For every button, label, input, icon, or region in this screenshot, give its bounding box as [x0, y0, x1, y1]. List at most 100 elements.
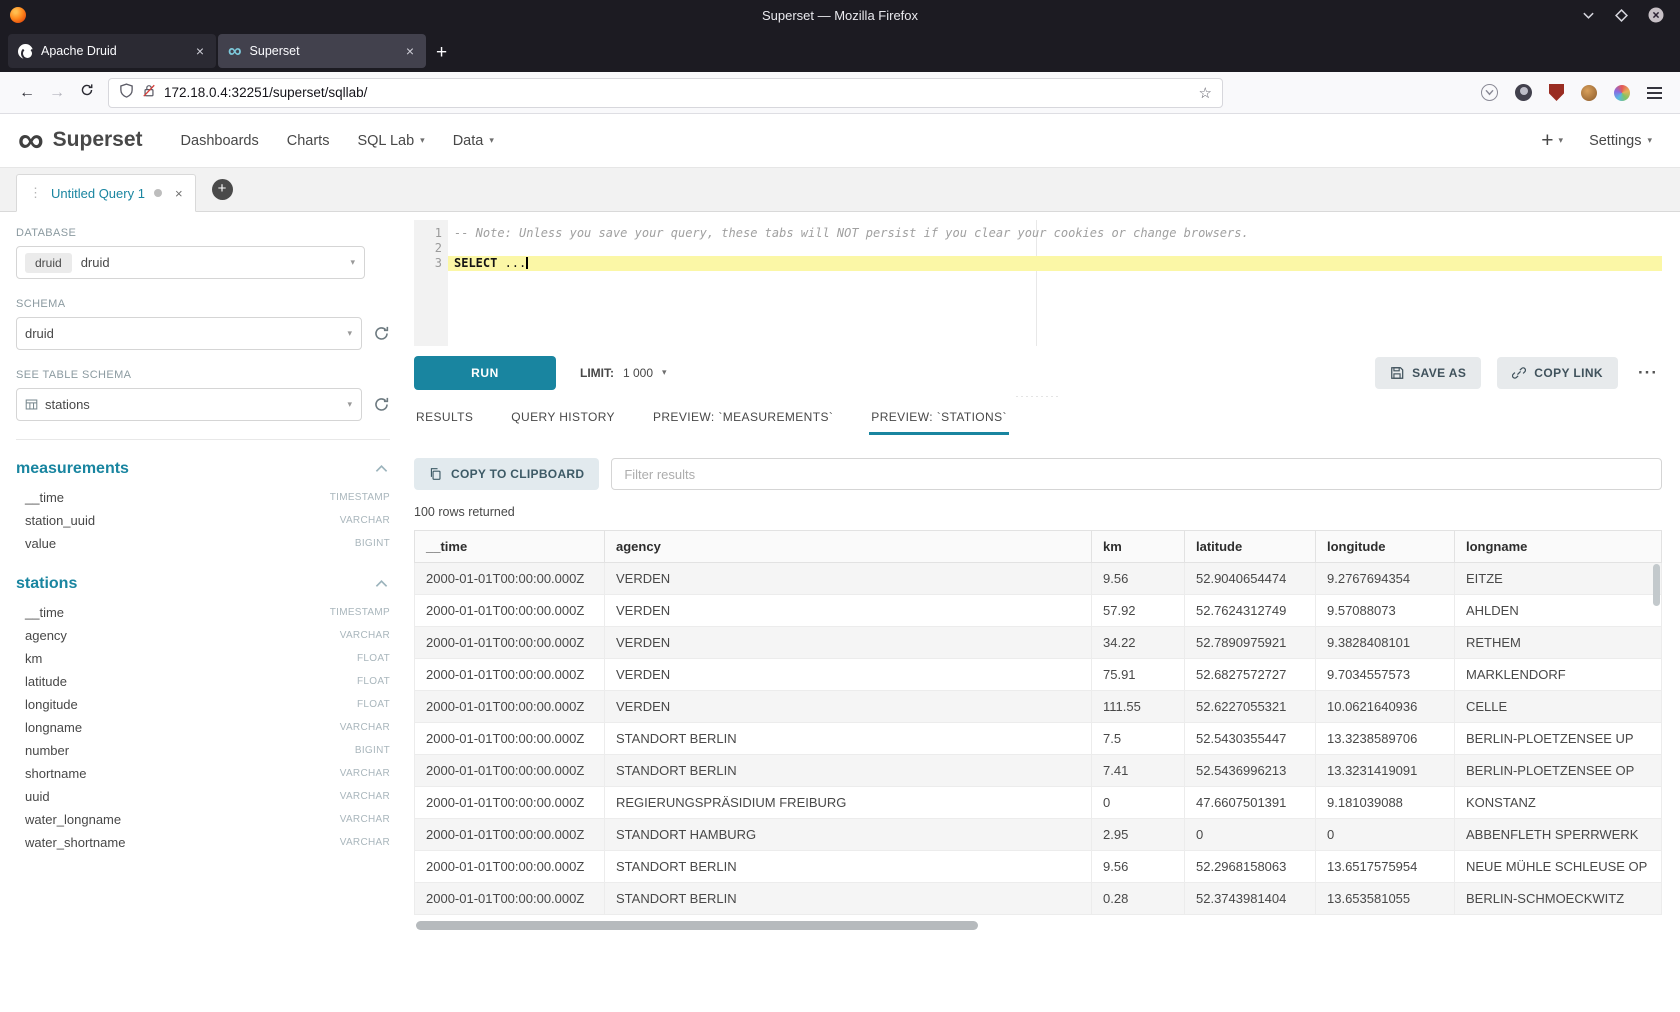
column-row: latitudeFLOAT [16, 670, 390, 693]
column-row: station_uuidVARCHAR [16, 509, 390, 532]
cell: VERDEN [605, 691, 1092, 723]
table-name[interactable]: measurements [16, 460, 129, 478]
account-icon[interactable] [1515, 84, 1532, 101]
tab-preview-stations[interactable]: PREVIEW: `STATIONS` [869, 401, 1009, 435]
nav-item-data[interactable]: Data ▾ [439, 114, 508, 168]
collapse-chevron-up-icon[interactable] [375, 460, 388, 478]
browser-tab-apache-druid[interactable]: Apache Druid × [8, 34, 216, 68]
grid-vertical-scrollbar[interactable] [1653, 564, 1660, 913]
cell: 13.3238589706 [1316, 723, 1455, 755]
cell: 10.0621640936 [1316, 691, 1455, 723]
sql-code-editor[interactable]: 1 2 3 -- Note: Unless you save your quer… [414, 220, 1662, 346]
column-header-longitude[interactable]: longitude [1316, 531, 1455, 563]
cell: STANDORT BERLIN [605, 883, 1092, 915]
column-name: water_shortname [25, 835, 125, 850]
superset-logo[interactable]: ∞ Superset [18, 126, 143, 155]
new-item-button[interactable]: + ▾ [1541, 130, 1563, 151]
tab-results[interactable]: RESULTS [414, 401, 475, 435]
cell: 0 [1185, 819, 1316, 851]
tab-close-icon[interactable]: × [404, 43, 416, 59]
column-row: valueBIGINT [16, 532, 390, 555]
extension-icon[interactable] [1614, 85, 1630, 101]
copy-link-button[interactable]: COPY LINK [1497, 357, 1618, 389]
reload-button[interactable] [72, 83, 102, 102]
menu-icon[interactable] [1647, 87, 1662, 99]
cell: 0 [1316, 819, 1455, 851]
drag-handle-icon[interactable]: ⋮ [29, 185, 42, 201]
back-button[interactable]: ← [12, 84, 42, 102]
column-header-km[interactable]: km [1092, 531, 1185, 563]
url-text[interactable]: 172.18.0.4:32251/superset/sqllab/ [164, 85, 367, 100]
schema-label: SCHEMA [16, 298, 390, 310]
window-title: Superset — Mozilla Firefox [0, 8, 1680, 23]
collapse-chevron-up-icon[interactable] [375, 575, 388, 593]
ublock-extension-icon[interactable] [1549, 84, 1564, 101]
column-header-time[interactable]: __time [415, 531, 605, 563]
pane-resize-handle[interactable]: ········· [414, 390, 1662, 402]
query-tab-close-icon[interactable]: × [175, 186, 183, 201]
insecure-lock-icon[interactable] [142, 83, 156, 103]
table-row[interactable]: 2000-01-01T00:00:00.000ZSTANDORT BERLIN9… [415, 851, 1662, 883]
cell: 13.6517575954 [1316, 851, 1455, 883]
limit-control[interactable]: LIMIT: 1 000 ▾ [580, 366, 667, 380]
tab-query-history[interactable]: QUERY HISTORY [509, 401, 617, 435]
more-options-icon[interactable]: ··· [1634, 363, 1662, 383]
table-row[interactable]: 2000-01-01T00:00:00.000ZVERDEN9.5652.904… [415, 563, 1662, 595]
save-as-label: SAVE AS [1412, 366, 1466, 380]
table-row[interactable]: 2000-01-01T00:00:00.000ZVERDEN34.2252.78… [415, 627, 1662, 659]
save-as-button[interactable]: SAVE AS [1375, 357, 1481, 389]
tab-preview-measurements[interactable]: PREVIEW: `MEASUREMENTS` [651, 401, 835, 435]
editor-code-area[interactable]: -- Note: Unless you save your query, the… [448, 220, 1662, 346]
cell: VERDEN [605, 627, 1092, 659]
nav-item-sql-lab[interactable]: SQL Lab ▾ [343, 114, 438, 168]
grid-horizontal-scrollbar-thumb[interactable] [416, 921, 978, 930]
column-type: VARCHAR [340, 791, 390, 802]
settings-menu[interactable]: Settings ▾ [1589, 133, 1652, 149]
copy-to-clipboard-button[interactable]: COPY TO CLIPBOARD [414, 458, 599, 490]
refresh-tables-icon[interactable] [373, 396, 390, 413]
run-button[interactable]: RUN [414, 356, 556, 390]
table-select[interactable]: stations ▾ [16, 388, 362, 421]
schema-select[interactable]: druid ▾ [16, 317, 362, 350]
bookmark-star-icon[interactable]: ☆ [1199, 84, 1212, 102]
browser-tab-superset[interactable]: ∞ Superset × [218, 34, 426, 68]
table-name[interactable]: stations [16, 575, 77, 593]
table-row[interactable]: 2000-01-01T00:00:00.000ZSTANDORT BERLIN7… [415, 755, 1662, 787]
column-header-latitude[interactable]: latitude [1185, 531, 1316, 563]
tab-close-icon[interactable]: × [194, 43, 206, 59]
table-row[interactable]: 2000-01-01T00:00:00.000ZREGIERUNGSPRÄSID… [415, 787, 1662, 819]
new-browser-tab-button[interactable]: + [436, 43, 447, 62]
nav-item-dashboards[interactable]: Dashboards [167, 114, 273, 168]
grid-vertical-scrollbar-thumb[interactable] [1653, 564, 1660, 606]
shield-permissions-icon[interactable] [119, 83, 134, 103]
window-minimize-icon[interactable] [1582, 9, 1595, 22]
table-row[interactable]: 2000-01-01T00:00:00.000ZSTANDORT BERLIN7… [415, 723, 1662, 755]
pocket-icon[interactable] [1481, 84, 1498, 101]
column-type: TIMESTAMP [330, 492, 390, 503]
column-row: kmFLOAT [16, 647, 390, 670]
window-close-icon[interactable] [1648, 7, 1664, 23]
window-maximize-icon[interactable] [1615, 9, 1628, 22]
table-row[interactable]: 2000-01-01T00:00:00.000ZVERDEN111.5552.6… [415, 691, 1662, 723]
refresh-schemas-icon[interactable] [373, 325, 390, 342]
database-select[interactable]: druid druid ▾ [16, 246, 365, 279]
column-header-longname[interactable]: longname [1455, 531, 1662, 563]
table-row[interactable]: 2000-01-01T00:00:00.000ZVERDEN75.9152.68… [415, 659, 1662, 691]
grid-horizontal-scrollbar[interactable] [414, 920, 1662, 928]
column-type: VARCHAR [340, 722, 390, 733]
nav-item-charts[interactable]: Charts [273, 114, 344, 168]
query-tab-untitled-query-1[interactable]: ⋮ Untitled Query 1 × [16, 174, 196, 212]
add-query-tab-button[interactable]: + [212, 179, 233, 200]
column-name: latitude [25, 674, 67, 689]
url-bar[interactable]: 172.18.0.4:32251/superset/sqllab/ ☆ [108, 78, 1223, 108]
editor-toolbar: RUN LIMIT: 1 000 ▾ SAVE AS COPY LINK ··· [414, 356, 1662, 390]
table-row[interactable]: 2000-01-01T00:00:00.000ZSTANDORT BERLIN0… [415, 883, 1662, 915]
table-row[interactable]: 2000-01-01T00:00:00.000ZSTANDORT HAMBURG… [415, 819, 1662, 851]
column-header-agency[interactable]: agency [605, 531, 1092, 563]
filter-results-input[interactable] [611, 458, 1662, 490]
cell: 52.7624312749 [1185, 595, 1316, 627]
extension-icon[interactable] [1581, 85, 1597, 101]
cell: CELLE [1455, 691, 1662, 723]
table-row[interactable]: 2000-01-01T00:00:00.000ZVERDEN57.9252.76… [415, 595, 1662, 627]
forward-button[interactable]: → [42, 84, 72, 102]
